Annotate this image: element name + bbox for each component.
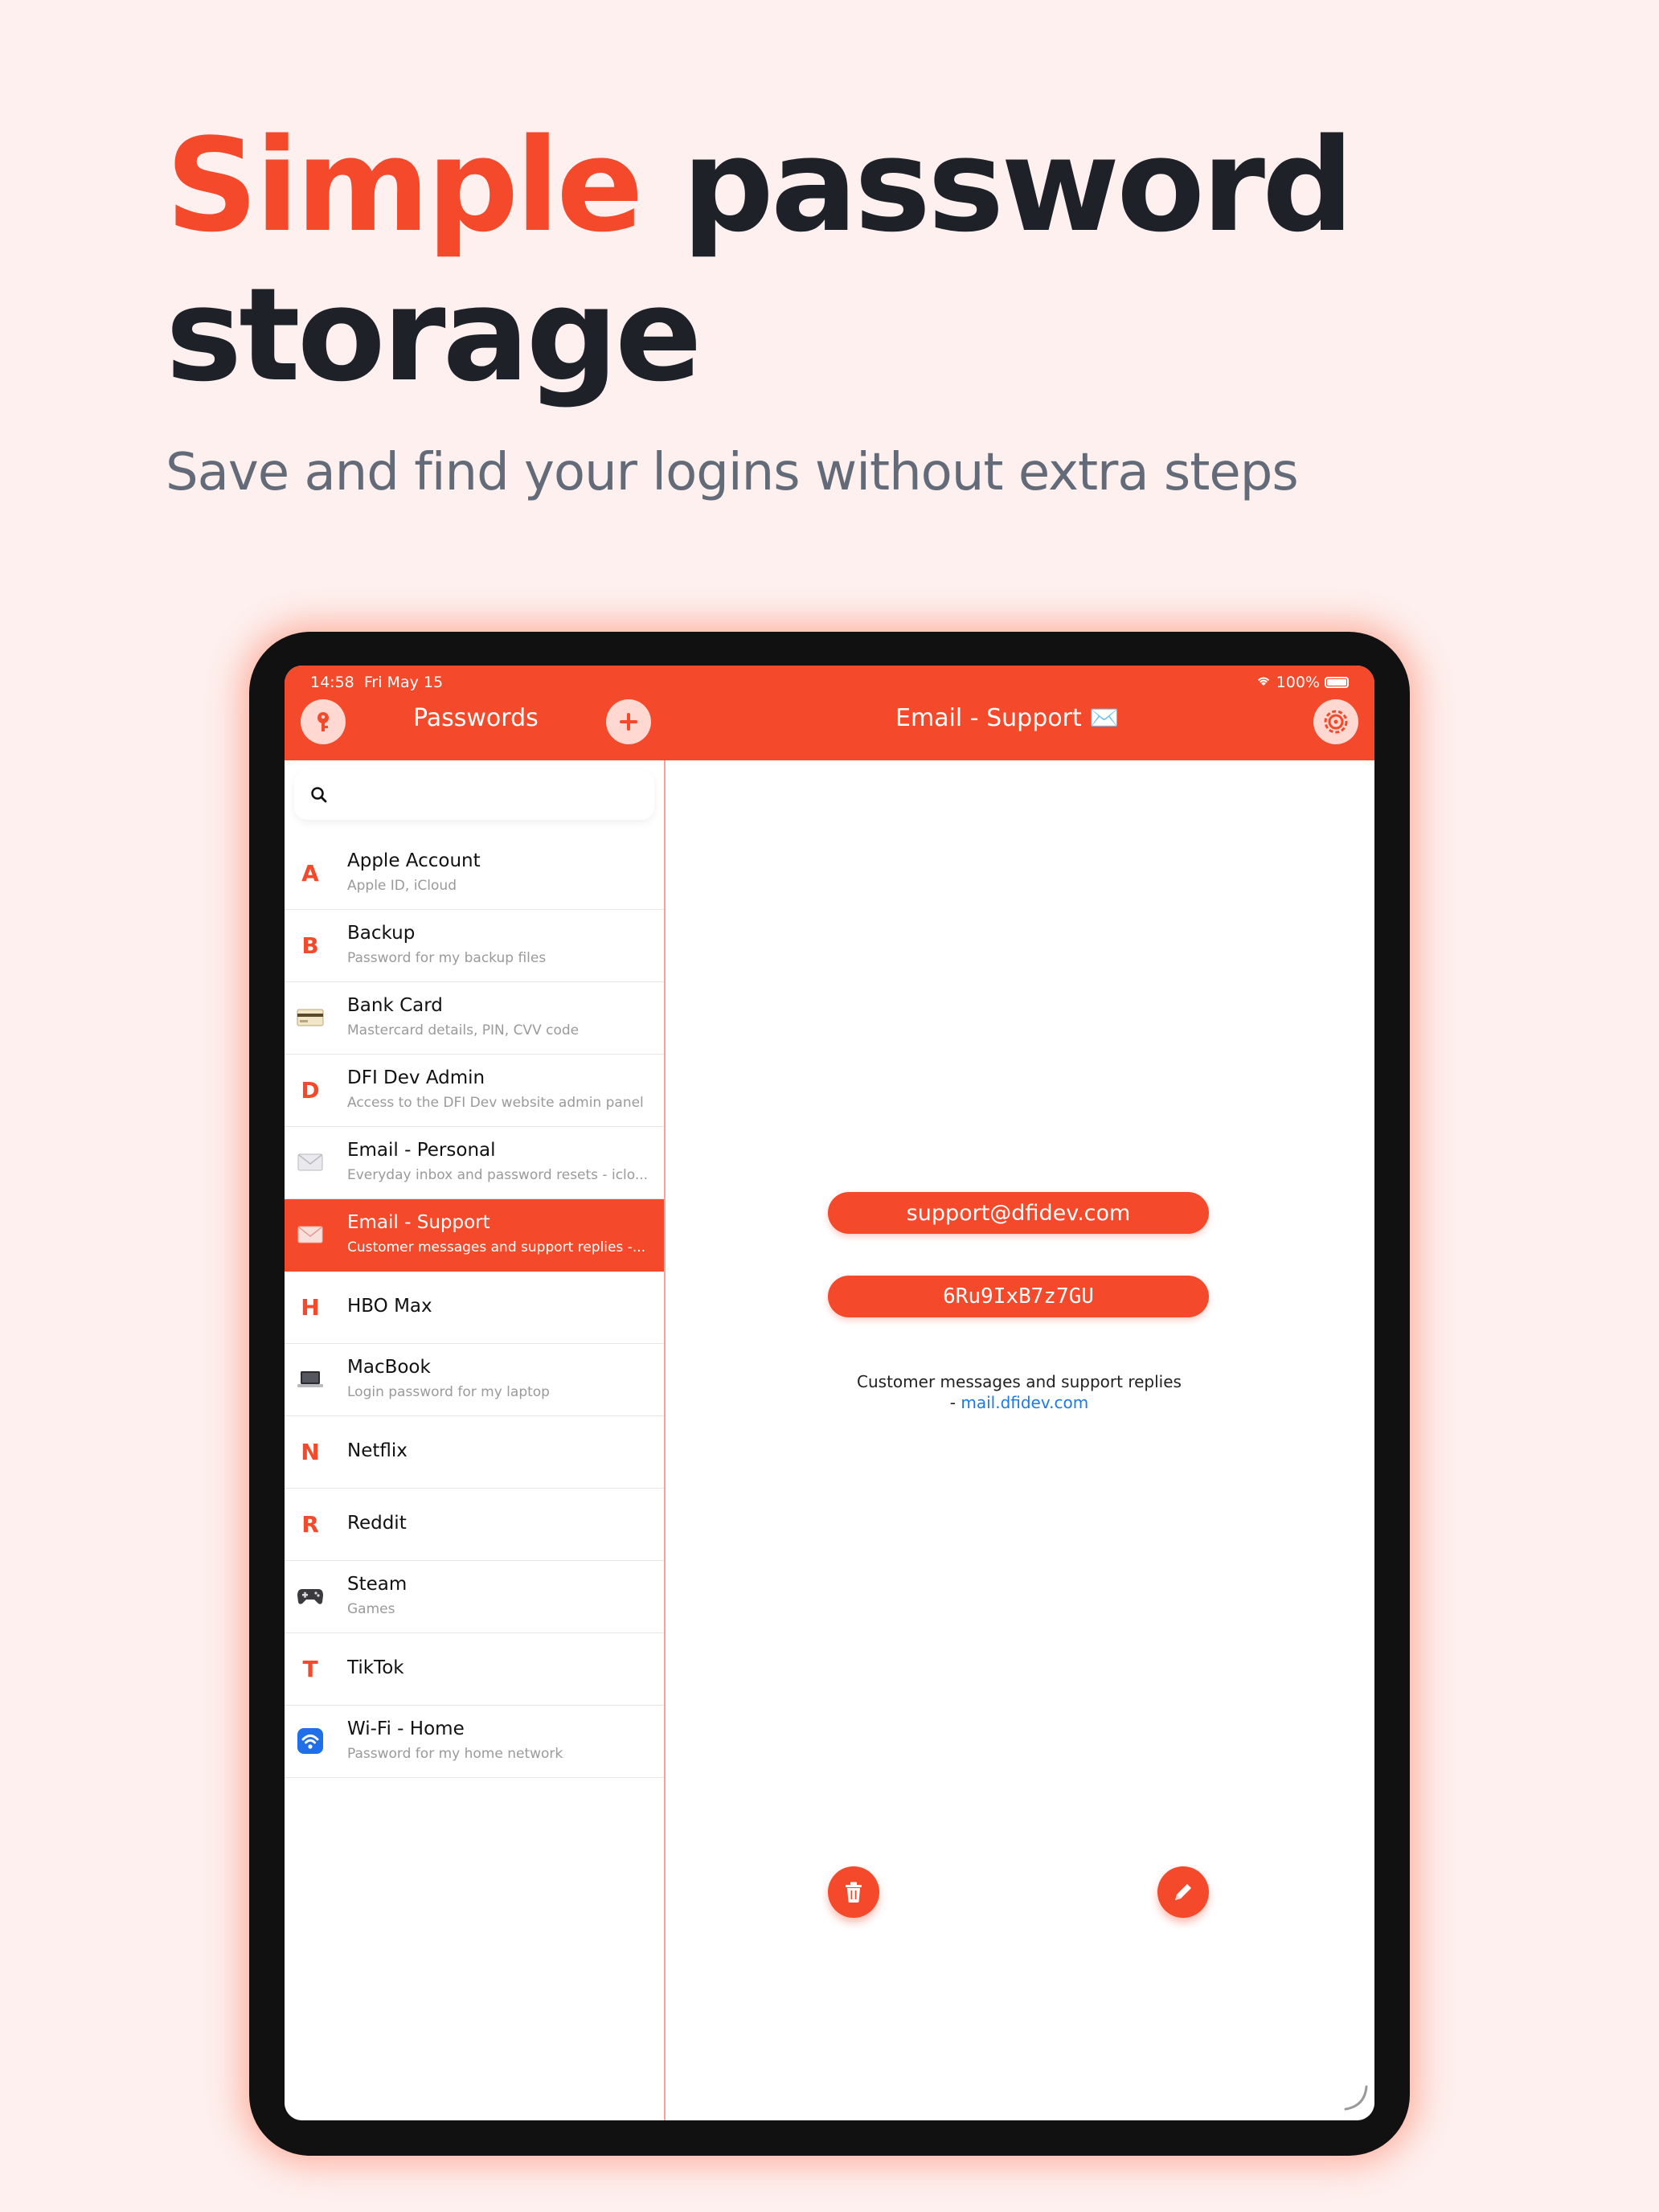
note-link[interactable]: mail.dfidev.com (961, 1393, 1088, 1412)
list-item-steam[interactable]: Steam Games (285, 1561, 664, 1633)
delete-button[interactable] (828, 1866, 879, 1918)
letter-icon: D (301, 1076, 320, 1104)
headline-rest: password (640, 110, 1354, 260)
item-subtitle: Customer messages and support replies -.… (347, 1239, 646, 1256)
list-item-tiktok[interactable]: T TikTok (285, 1633, 664, 1706)
headline-accent: Simple (166, 110, 644, 260)
item-title: Netflix (347, 1440, 408, 1461)
key-button[interactable] (301, 699, 346, 744)
item-title: HBO Max (347, 1296, 432, 1317)
nav-bar: 14:58 Fri May 15 100% Passwords Email - … (285, 666, 1374, 760)
trash-icon (846, 1882, 862, 1903)
battery-percent: 100% (1276, 674, 1320, 691)
resize-handle-icon (1341, 2083, 1370, 2116)
list-item-wifi-home[interactable]: Wi-Fi - Home Password for my home networ… (285, 1706, 664, 1778)
settings-button[interactable] (1313, 699, 1358, 744)
status-date: Fri May 15 (363, 674, 444, 691)
plus-icon (620, 713, 637, 731)
password-detail-panel: support@dfidev.com 6Ru9IxB7z7GU Customer… (666, 760, 1374, 2120)
item-subtitle: Password for my home network (347, 1746, 563, 1762)
gamepad-icon (294, 1580, 326, 1612)
detail-title: Email - Support ✉️ (895, 704, 1120, 732)
list-item-backup[interactable]: B Backup Password for my backup files (285, 910, 664, 982)
note-text: Customer messages and support replies (857, 1372, 1182, 1391)
item-title: Wi-Fi - Home (347, 1718, 465, 1739)
item-subtitle: Apple ID, iCloud (347, 878, 457, 894)
detail-note: Customer messages and support replies - … (762, 1371, 1276, 1413)
item-subtitle: Login password for my laptop (347, 1384, 550, 1400)
item-subtitle: Mastercard details, PIN, CVV code (347, 1022, 580, 1038)
letter-icon: B (301, 932, 319, 959)
letter-icon: A (301, 859, 319, 887)
gear-icon (1324, 710, 1348, 734)
letter-icon: N (301, 1438, 320, 1465)
list-item-macbook[interactable]: MacBook Login password for my laptop (285, 1344, 664, 1416)
list-item-email-personal[interactable]: Email - Personal Everyday inbox and pass… (285, 1127, 664, 1199)
list-item-hbo-max[interactable]: H HBO Max (285, 1272, 664, 1344)
credit-card-icon (294, 1002, 326, 1034)
search-field[interactable] (294, 770, 654, 820)
status-time: 14:58 Fri May 15 (310, 674, 443, 691)
item-title: Reddit (347, 1513, 407, 1534)
note-prefix: - (949, 1393, 961, 1412)
password-list: A Apple Account Apple ID, iCloud B Backu… (285, 838, 664, 1778)
item-subtitle: Everyday inbox and password resets - icl… (347, 1167, 649, 1183)
list-item-reddit[interactable]: R Reddit (285, 1489, 664, 1561)
letter-icon: T (302, 1655, 318, 1682)
headline: Simple password storage (166, 111, 1532, 410)
passwords-title: Passwords (413, 704, 539, 732)
search-icon (309, 784, 330, 809)
item-title: Steam (347, 1574, 408, 1595)
login-copy-button[interactable]: support@dfidev.com (828, 1192, 1209, 1234)
status-clock: 14:58 (310, 674, 354, 691)
edit-button[interactable] (1157, 1866, 1209, 1918)
letter-icon: R (301, 1510, 319, 1538)
battery-icon (1325, 677, 1349, 688)
list-item-apple-account[interactable]: A Apple Account Apple ID, iCloud (285, 838, 664, 910)
list-item-bank-card[interactable]: Bank Card Mastercard details, PIN, CVV c… (285, 982, 664, 1055)
list-item-netflix[interactable]: N Netflix (285, 1416, 664, 1489)
item-title: DFI Dev Admin (347, 1067, 485, 1088)
status-indicators: 100% (1256, 674, 1349, 691)
item-subtitle: Access to the DFI Dev website admin pane… (347, 1095, 644, 1111)
item-title: Backup (347, 923, 416, 944)
ipad-frame: 14:58 Fri May 15 100% Passwords Email - … (249, 632, 1410, 2156)
headline-line2: storage (166, 260, 703, 410)
password-list-panel: A Apple Account Apple ID, iCloud B Backu… (285, 760, 666, 2120)
list-item-dfi-dev-admin[interactable]: D DFI Dev Admin Access to the DFI Dev we… (285, 1055, 664, 1127)
item-title: Bank Card (347, 995, 443, 1016)
wifi-status-icon (1256, 674, 1272, 691)
item-title: Email - Support (347, 1212, 490, 1233)
envelope-icon (294, 1146, 326, 1178)
app-screen: 14:58 Fri May 15 100% Passwords Email - … (285, 666, 1374, 2120)
laptop-icon (294, 1363, 326, 1395)
envelope-icon (294, 1219, 326, 1251)
password-copy-button[interactable]: 6Ru9IxB7z7GU (828, 1276, 1209, 1317)
item-subtitle: Password for my backup files (347, 950, 547, 966)
wifi-icon (294, 1725, 326, 1757)
item-title: TikTok (347, 1657, 404, 1678)
key-icon (317, 712, 329, 731)
item-title: MacBook (347, 1357, 431, 1378)
list-item-email-support[interactable]: Email - Support Customer messages and su… (285, 1199, 664, 1272)
item-title: Apple Account (347, 850, 481, 871)
letter-icon: H (301, 1293, 320, 1321)
pencil-icon (1175, 1884, 1191, 1900)
item-subtitle: Games (347, 1601, 395, 1617)
add-password-button[interactable] (606, 699, 651, 744)
subtitle: Save and find your logins without extra … (166, 443, 1299, 502)
item-title: Email - Personal (347, 1140, 496, 1161)
